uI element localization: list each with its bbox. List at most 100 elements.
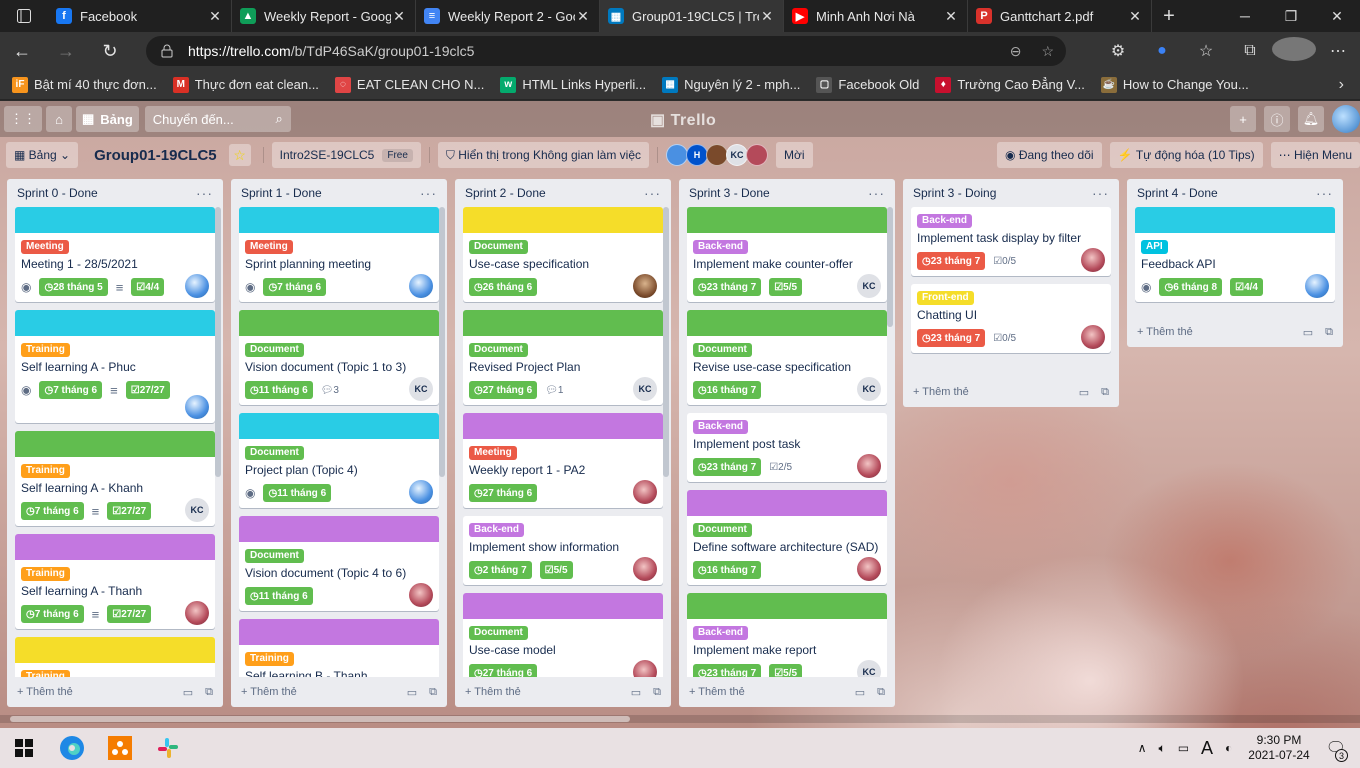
list-menu-icon[interactable]: ···: [420, 185, 437, 201]
member-avatar[interactable]: KC: [633, 377, 657, 401]
member-avatar[interactable]: KC: [857, 274, 881, 298]
member-avatar[interactable]: KC: [726, 144, 749, 166]
member-avatar[interactable]: [633, 557, 657, 581]
card[interactable]: Training Self learning A - Khanh ◷ 7 tháng…: [15, 431, 215, 526]
list-title[interactable]: Sprint 1 - Done: [241, 186, 322, 200]
bookmark-item[interactable]: ▦ Nguyên lý 2 - mph...: [662, 76, 800, 93]
due-date-badge[interactable]: ◷ 11 tháng 6: [245, 587, 313, 605]
card-label[interactable]: Back-end: [693, 420, 749, 434]
create-icon[interactable]: +: [1230, 106, 1256, 132]
card-label[interactable]: Document: [469, 240, 528, 254]
member-avatar[interactable]: [185, 274, 209, 298]
profile-icon[interactable]: [1272, 36, 1316, 66]
new-tab-button[interactable]: +: [1152, 0, 1186, 32]
member-avatar[interactable]: [857, 557, 881, 581]
card[interactable]: Meeting Meeting 1 - 28/5/2021 ◉ ◷ 28 tháng …: [15, 207, 215, 302]
list-header[interactable]: Sprint 2 - Done ···: [455, 179, 671, 207]
card[interactable]: Back-end Implement make report ◷ 23 tháng …: [687, 593, 887, 677]
due-date-badge[interactable]: ◷ 27 tháng 6: [469, 484, 538, 502]
member-avatar[interactable]: KC: [857, 377, 881, 401]
zoom-icon[interactable]: ⊖: [1010, 43, 1022, 60]
due-date-badge[interactable]: ◷ 16 tháng 7: [693, 381, 762, 399]
create-from-template-icon[interactable]: ⧉: [429, 686, 437, 699]
browser-tab[interactable]: ≡ Weekly Report 2 - Goo ✕: [416, 0, 600, 32]
card[interactable]: Front-end Chatting UI ◷ 23 tháng 7 ☑ 0/5: [911, 284, 1111, 353]
card[interactable]: Document Revised Project Plan ◷ 27 tháng 6…: [463, 310, 663, 405]
bookmark-item[interactable]: ☕ How to Change You...: [1100, 76, 1249, 93]
following-button[interactable]: ◉ Đang theo dõi: [997, 142, 1102, 168]
card-label[interactable]: Back-end: [693, 626, 749, 640]
invite-button[interactable]: Mời: [776, 142, 813, 168]
card[interactable]: Back-end Implement make counter-offer ◷ 23…: [687, 207, 887, 302]
create-from-template-icon[interactable]: ⧉: [653, 686, 661, 699]
card[interactable]: Training: [15, 637, 215, 677]
member-avatar[interactable]: [185, 395, 209, 419]
card-label[interactable]: Document: [245, 343, 304, 357]
card[interactable]: Back-end Implement post task ◷ 23 tháng 7 ☑…: [687, 413, 887, 482]
add-card-button[interactable]: + Thêm thẻ: [465, 686, 521, 698]
card-label[interactable]: Training: [21, 343, 70, 357]
card[interactable]: Meeting Weekly report 1 - PA2 ◷ 27 tháng 6: [463, 413, 663, 508]
app-switcher-icon[interactable]: ⋮⋮: [4, 106, 42, 132]
list-header[interactable]: Sprint 4 - Done ···: [1127, 179, 1343, 207]
list-menu-icon[interactable]: ···: [1316, 185, 1333, 201]
office-app-icon[interactable]: [96, 728, 144, 768]
browser-tab[interactable]: f Facebook ✕: [48, 0, 232, 32]
tab-close-icon[interactable]: ✕: [759, 8, 775, 25]
card[interactable]: Document Vision document (Topic 1 to 3) ◷ …: [239, 310, 439, 405]
member-avatar[interactable]: KC: [857, 660, 881, 677]
member-avatar[interactable]: [633, 274, 657, 298]
card-label[interactable]: Front-end: [917, 291, 974, 305]
settings-more-icon[interactable]: ⋯: [1316, 41, 1360, 61]
member-avatar[interactable]: [409, 274, 433, 298]
member-avatar[interactable]: [409, 480, 433, 504]
clock[interactable]: 9:30 PM 2021-07-24: [1248, 733, 1309, 763]
due-date-badge[interactable]: ◷ 23 tháng 7: [693, 278, 762, 296]
card-label[interactable]: Document: [693, 343, 752, 357]
card-label[interactable]: Meeting: [245, 240, 293, 254]
user-avatar[interactable]: [1332, 105, 1360, 133]
member-avatar[interactable]: [185, 601, 209, 625]
due-date-badge[interactable]: ◷ 7 tháng 6: [21, 605, 84, 623]
card[interactable]: Back-end Implement task display by filter…: [911, 207, 1111, 276]
member-avatar[interactable]: [1305, 274, 1329, 298]
visibility-button[interactable]: ⛉ Hiển thị trong Không gian làm việc: [437, 142, 650, 168]
boards-button[interactable]: ▦ Bảng: [76, 106, 139, 132]
board-title[interactable]: Group01-19CLC5: [94, 147, 217, 164]
tab-close-icon[interactable]: ✕: [943, 8, 959, 25]
list-menu-icon[interactable]: ···: [644, 185, 661, 201]
windows-start-icon[interactable]: [0, 739, 48, 757]
card-template-icon[interactable]: ▭: [631, 686, 641, 699]
speaker-icon[interactable]: 🔈︎: [1158, 741, 1165, 756]
automation-button[interactable]: ⚡ Tự động hóa (10 Tips): [1109, 142, 1263, 168]
card-label[interactable]: Document: [469, 626, 528, 640]
bookmark-item[interactable]: w HTML Links Hyperli...: [500, 76, 646, 93]
card[interactable]: API Feedback API ◉ ◷ 6 tháng 8 ☑ 4/4: [1135, 207, 1335, 302]
card[interactable]: Training Self learning B - Thanh: [239, 619, 439, 677]
battery-icon[interactable]: ▭: [1178, 741, 1189, 755]
scrollbar-thumb[interactable]: [10, 716, 630, 722]
card[interactable]: Document Define software architecture (SA…: [687, 490, 887, 585]
card-template-icon[interactable]: ▭: [1079, 386, 1089, 399]
list-menu-icon[interactable]: ···: [868, 185, 885, 201]
member-avatar[interactable]: KC: [409, 377, 433, 401]
card-template-icon[interactable]: ▭: [1303, 326, 1313, 339]
bookmark-item[interactable]: ▢ Facebook Old: [816, 76, 919, 93]
board-horizontal-scrollbar[interactable]: [0, 715, 1360, 723]
browser-tab[interactable]: ▲ Weekly Report - Goog ✕: [232, 0, 416, 32]
due-date-badge[interactable]: ◷ 23 tháng 7: [917, 329, 986, 347]
notification-bell-icon[interactable]: 🔔︎: [1298, 106, 1324, 132]
due-date-badge[interactable]: ◷ 7 tháng 6: [263, 278, 327, 296]
list-scrollbar[interactable]: [887, 207, 893, 327]
home-icon[interactable]: ⌂: [46, 106, 72, 132]
card-template-icon[interactable]: ▭: [407, 686, 417, 699]
add-card-button[interactable]: + Thêm thẻ: [1137, 326, 1193, 338]
add-card-button[interactable]: + Thêm thẻ: [913, 386, 969, 398]
due-date-badge[interactable]: ◷ 23 tháng 7: [693, 458, 762, 476]
jump-to-search[interactable]: Chuyển đến... ⌕: [144, 106, 291, 132]
trello-logo[interactable]: ▣ Trello: [650, 110, 716, 130]
list-title[interactable]: Sprint 3 - Doing: [913, 186, 996, 200]
edge-browser-icon[interactable]: [48, 728, 96, 768]
add-card-button[interactable]: + Thêm thẻ: [241, 686, 297, 698]
browser-tab[interactable]: P Ganttchart 2.pdf ✕: [968, 0, 1152, 32]
